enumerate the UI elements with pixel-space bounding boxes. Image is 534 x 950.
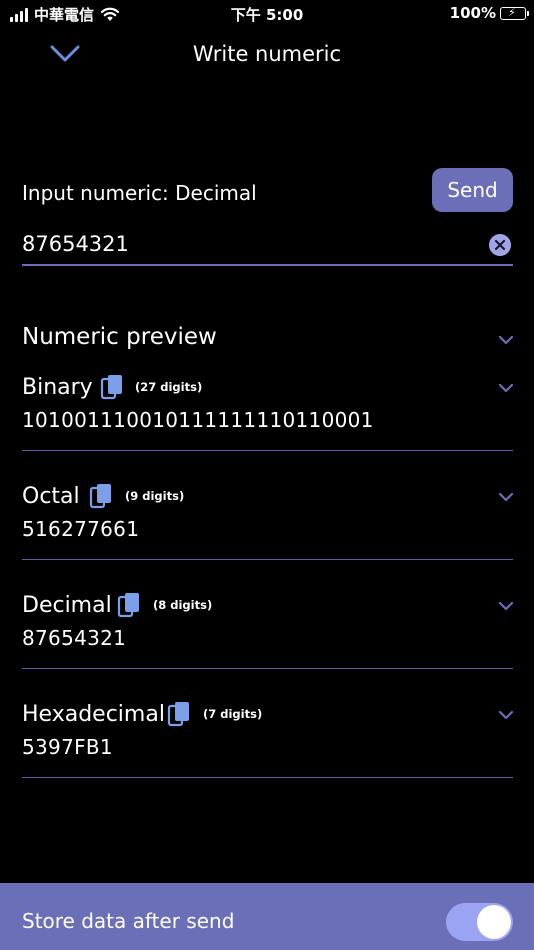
copy-icon[interactable] [89,483,113,510]
preview-row-octal: Octal (9 digits) 516277661 [22,451,514,560]
clear-circle-icon[interactable] [489,234,511,256]
store-data-label: Store data after send [22,909,235,933]
row-value: 5397FB1 [22,735,113,759]
row-value: 87654321 [22,626,127,650]
row-name: Binary [22,375,93,400]
chevron-down-icon[interactable] [498,492,514,502]
bottom-bar: Store data after send [0,883,534,950]
chevron-down-icon[interactable] [498,383,514,393]
digit-count: (8 digits) [153,598,213,612]
status-bar: 中華電信 下午 5:00 100% ⚡ [0,0,534,28]
copy-icon[interactable] [167,701,191,728]
copy-icon[interactable] [100,374,124,401]
status-right: 100% ⚡ [449,4,529,22]
row-name: Decimal [22,593,112,618]
page-title: Write numeric [192,42,342,66]
row-name: Hexadecimal [22,702,165,727]
row-value: 516277661 [22,517,140,541]
preview-row-binary: Binary (27 digits) 101001110010111111110… [22,342,514,451]
nav-header: Write numeric [0,28,534,84]
copy-icon[interactable] [117,592,141,619]
preview-row-hexadecimal: Hexadecimal (7 digits) 5397FB1 [22,669,514,778]
chevron-down-icon[interactable] [498,710,514,720]
input-label: Input numeric: Decimal [22,181,257,205]
toggle-knob [477,905,511,939]
numeric-input[interactable]: 87654321 [22,226,513,266]
row-name: Octal [22,484,80,509]
battery-icon: ⚡ [500,6,529,20]
preview-row-decimal: Decimal (8 digits) 87654321 [22,560,514,669]
send-button[interactable]: Send [432,168,513,212]
chevron-down-icon[interactable] [498,601,514,611]
store-data-toggle[interactable] [446,903,513,941]
digit-count: (27 digits) [135,380,203,394]
digit-count: (7 digits) [203,707,263,721]
numeric-input-value[interactable]: 87654321 [22,232,129,256]
row-value: 101001110010111111110110001 [22,408,374,432]
digit-count: (9 digits) [125,489,185,503]
battery-percent: 100% [449,4,496,22]
